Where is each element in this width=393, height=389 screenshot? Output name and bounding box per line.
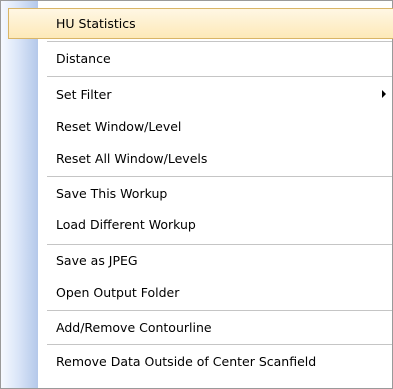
menu-separator — [47, 176, 392, 177]
menu-item-label: HU Statistics — [56, 16, 136, 31]
menu-item-label: Save This Workup — [56, 186, 168, 201]
menu-item-set-filter[interactable]: Set Filter — [1, 79, 392, 110]
menu-item-label: Remove Data Outside of Center Scanfield — [56, 354, 317, 369]
menu-item-remove-data-outside-center-scanfield[interactable]: Remove Data Outside of Center Scanfield — [1, 346, 392, 377]
menu-item-load-different-workup[interactable]: Load Different Workup — [1, 209, 392, 240]
menu-item-label: Save as JPEG — [56, 253, 138, 268]
menu-item-distance[interactable]: Distance — [1, 43, 392, 74]
menu-item-label: Add/Remove Contourline — [56, 320, 212, 335]
menu-item-reset-all-window-levels[interactable]: Reset All Window/Levels — [1, 143, 392, 174]
menu-item-label: Distance — [56, 51, 111, 66]
menu-separator — [47, 41, 392, 42]
context-menu: HU Statistics Distance Set Filter Reset … — [0, 0, 393, 389]
menu-item-add-remove-contourline[interactable]: Add/Remove Contourline — [1, 312, 392, 343]
menu-separator — [47, 344, 392, 345]
menu-separator — [47, 76, 392, 77]
menu-item-label: Reset Window/Level — [56, 119, 182, 134]
menu-separator — [47, 310, 392, 311]
menu-item-hu-statistics[interactable]: HU Statistics — [8, 8, 393, 39]
menu-item-open-output-folder[interactable]: Open Output Folder — [1, 277, 392, 308]
menu-item-label: Open Output Folder — [56, 285, 180, 300]
menu-item-label: Set Filter — [56, 87, 112, 102]
menu-item-label: Reset All Window/Levels — [56, 151, 208, 166]
menu-item-save-as-jpeg[interactable]: Save as JPEG — [1, 245, 392, 276]
submenu-arrow-icon — [382, 90, 386, 98]
menu-item-reset-window-level[interactable]: Reset Window/Level — [1, 111, 392, 142]
menu-item-label: Load Different Workup — [56, 217, 196, 232]
menu-item-save-this-workup[interactable]: Save This Workup — [1, 178, 392, 209]
